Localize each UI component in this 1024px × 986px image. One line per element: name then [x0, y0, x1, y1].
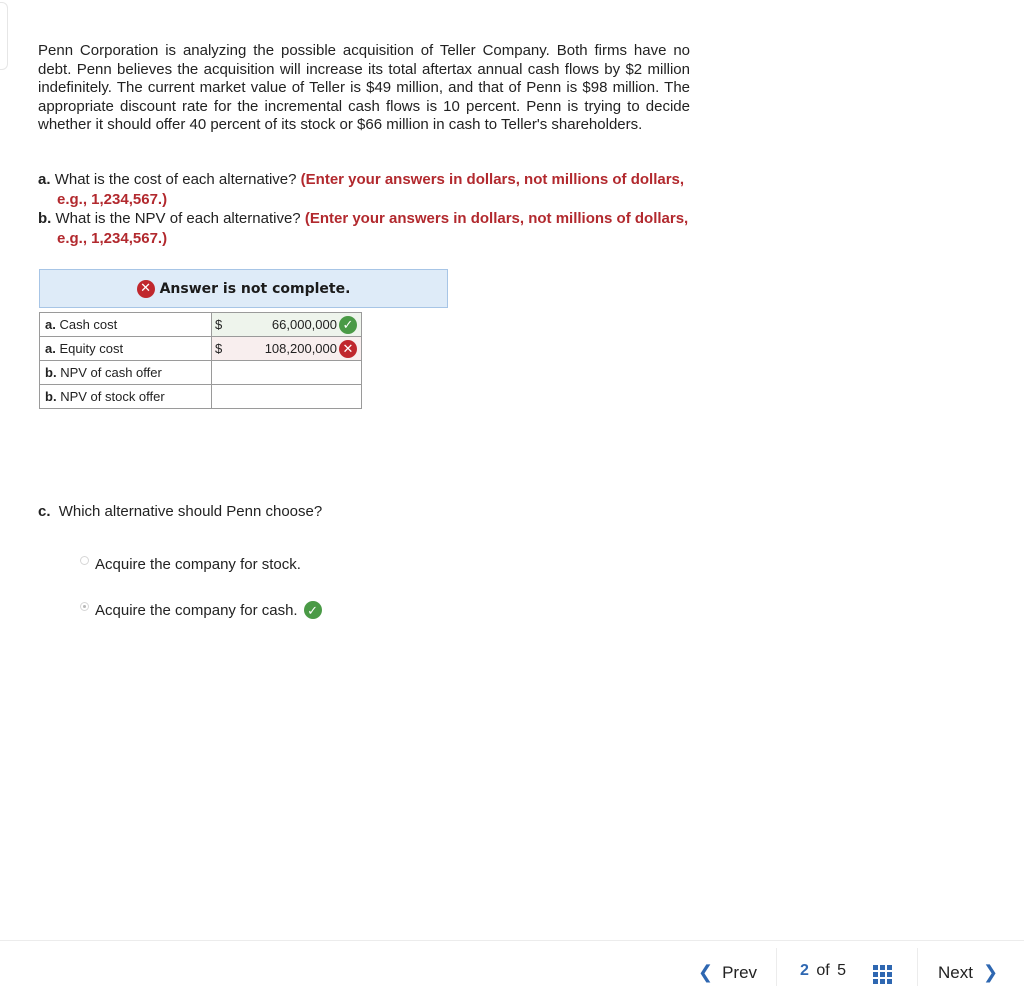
currency-symbol: $: [215, 317, 223, 332]
row-label: a. Equity cost: [39, 336, 212, 361]
x-circle-icon: ✕: [339, 339, 357, 358]
answer-status-text: Answer is not complete.: [159, 280, 351, 297]
check-circle-icon: ✓: [339, 315, 357, 334]
option-cash[interactable]: Acquire the company for cash. ✓: [80, 601, 322, 619]
prev-button[interactable]: ❮ Prev: [698, 962, 757, 983]
row-label-text: NPV of cash offer: [60, 365, 162, 380]
divider: [917, 948, 918, 986]
current-page: 2: [800, 962, 809, 979]
row-label-text: NPV of stock offer: [60, 389, 165, 404]
chevron-right-icon: ❯: [982, 962, 999, 982]
total-pages: 5: [837, 962, 847, 979]
row-prefix: b.: [45, 365, 57, 380]
table-row: b. NPV of cash offer: [39, 360, 362, 385]
problem-statement: Penn Corporation is analyzing the possib…: [38, 42, 690, 133]
table-row: a. Equity cost $ 108,200,000 ✕: [39, 336, 362, 361]
answer-table: a. Cash cost $ 66,000,000 ✓ a. Equity co…: [39, 312, 362, 409]
question-b: b. What is the NPV of each alternative? …: [38, 209, 698, 248]
row-prefix: b.: [45, 389, 57, 404]
question-b-label: b.: [38, 210, 52, 227]
answer-value: 108,200,000: [264, 341, 337, 356]
next-label: Next: [938, 962, 973, 982]
of-label: of: [816, 962, 830, 979]
side-panel-tab[interactable]: [0, 2, 8, 70]
question-c: c. Which alternative should Penn choose?: [38, 503, 322, 520]
radio-button-selected[interactable]: [80, 601, 89, 611]
question-a-label: a.: [38, 171, 51, 188]
table-row: b. NPV of stock offer: [39, 384, 362, 409]
chevron-left-icon: ❮: [698, 962, 714, 982]
question-c-label: c.: [38, 503, 51, 520]
cash-cost-input[interactable]: $ 66,000,000 ✓: [211, 312, 362, 337]
option-label: Acquire the company for stock.: [95, 556, 301, 573]
row-prefix: a.: [45, 341, 56, 356]
question-a: a. What is the cost of each alternative?…: [38, 170, 698, 209]
grid-icon[interactable]: [873, 965, 892, 984]
row-label-text: Equity cost: [59, 341, 124, 356]
row-label-text: Cash cost: [59, 317, 118, 332]
row-label: b. NPV of stock offer: [39, 384, 212, 409]
page-indicator: 2 of 5: [800, 962, 846, 980]
next-button[interactable]: Next ❯: [938, 962, 998, 983]
npv-cash-offer-input[interactable]: [211, 360, 362, 385]
option-stock[interactable]: Acquire the company for stock.: [80, 556, 301, 573]
prev-label: Prev: [722, 962, 758, 982]
question-b-text: What is the NPV of each alternative?: [55, 210, 301, 227]
question-a-text: What is the cost of each alternative?: [54, 171, 297, 188]
question-c-text: Which alternative should Penn choose?: [58, 503, 323, 520]
check-circle-icon: ✓: [303, 601, 322, 619]
option-label: Acquire the company for cash.: [95, 601, 298, 619]
row-label: a. Cash cost: [39, 312, 212, 337]
footer-nav: ❮ Prev 2 of 5 Next ❯: [0, 940, 1024, 986]
radio-button[interactable]: [80, 556, 89, 565]
equity-cost-input[interactable]: $ 108,200,000 ✕: [211, 336, 362, 361]
row-prefix: a.: [45, 317, 56, 332]
answer-value: 66,000,000: [271, 317, 337, 332]
questions: a. What is the cost of each alternative?…: [38, 170, 698, 248]
row-label: b. NPV of cash offer: [39, 360, 212, 385]
currency-symbol: $: [215, 341, 223, 356]
npv-stock-offer-input[interactable]: [211, 384, 362, 409]
table-row: a. Cash cost $ 66,000,000 ✓: [39, 312, 362, 337]
answer-status-banner: ✕ Answer is not complete.: [39, 269, 448, 308]
divider: [776, 948, 777, 986]
x-circle-icon: ✕: [136, 279, 155, 298]
